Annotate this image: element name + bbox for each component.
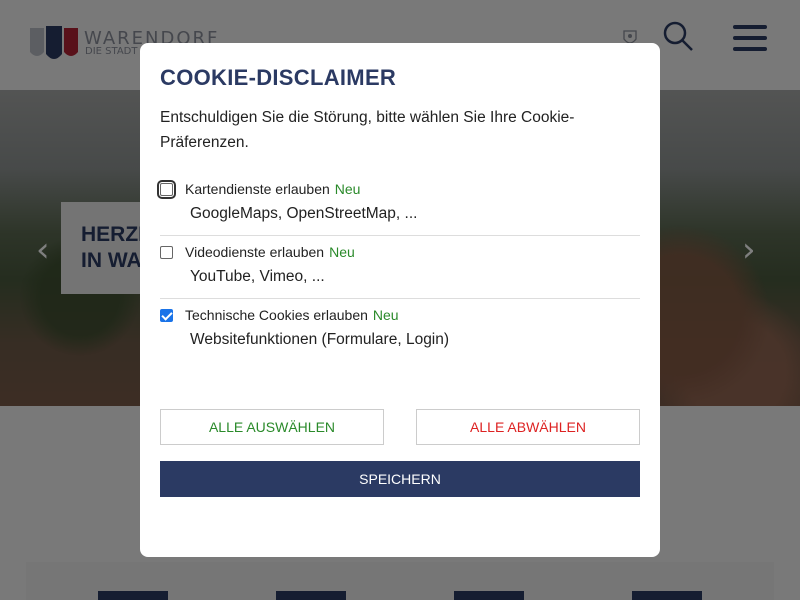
- option-description: YouTube, Vimeo, ...: [190, 268, 325, 285]
- option-label[interactable]: Kartendienste erlauben: [185, 181, 330, 197]
- option-description: GoogleMaps, OpenStreetMap, ...: [190, 205, 418, 222]
- cookie-option-maps: Kartendienste erlauben Neu GoogleMaps, O…: [157, 173, 640, 236]
- maps-checkbox[interactable]: [157, 179, 176, 199]
- technical-checkbox[interactable]: [160, 308, 173, 322]
- dialog-intro: Entschuldigen Sie die Störung, bitte wäh…: [160, 109, 575, 151]
- new-badge: Neu: [329, 244, 355, 260]
- dialog-title: COOKIE-DISCLAIMER: [160, 65, 397, 90]
- option-description: Websitefunktionen (Formulare, Login): [190, 331, 450, 348]
- option-label[interactable]: Videodienste erlauben: [185, 244, 324, 260]
- cookie-option-technical: Technische Cookies erlauben Neu Websitef…: [160, 299, 640, 361]
- select-all-button[interactable]: ALLE AUSWÄHLEN: [160, 409, 384, 445]
- cookie-option-video: Videodienste erlauben Neu YouTube, Vimeo…: [160, 236, 640, 299]
- new-badge: Neu: [372, 307, 399, 323]
- video-checkbox[interactable]: [160, 245, 173, 259]
- new-badge: Neu: [334, 181, 361, 197]
- cookie-dialog: COOKIE-DISCLAIMER Entschuldigen Sie die …: [140, 43, 660, 557]
- deselect-all-button[interactable]: ALLE ABWÄHLEN: [416, 409, 640, 445]
- option-label[interactable]: Technische Cookies erlauben: [185, 307, 368, 323]
- selection-buttons: ALLE AUSWÄHLEN ALLE ABWÄHLEN: [160, 409, 640, 445]
- save-button[interactable]: SPEICHERN: [160, 461, 640, 497]
